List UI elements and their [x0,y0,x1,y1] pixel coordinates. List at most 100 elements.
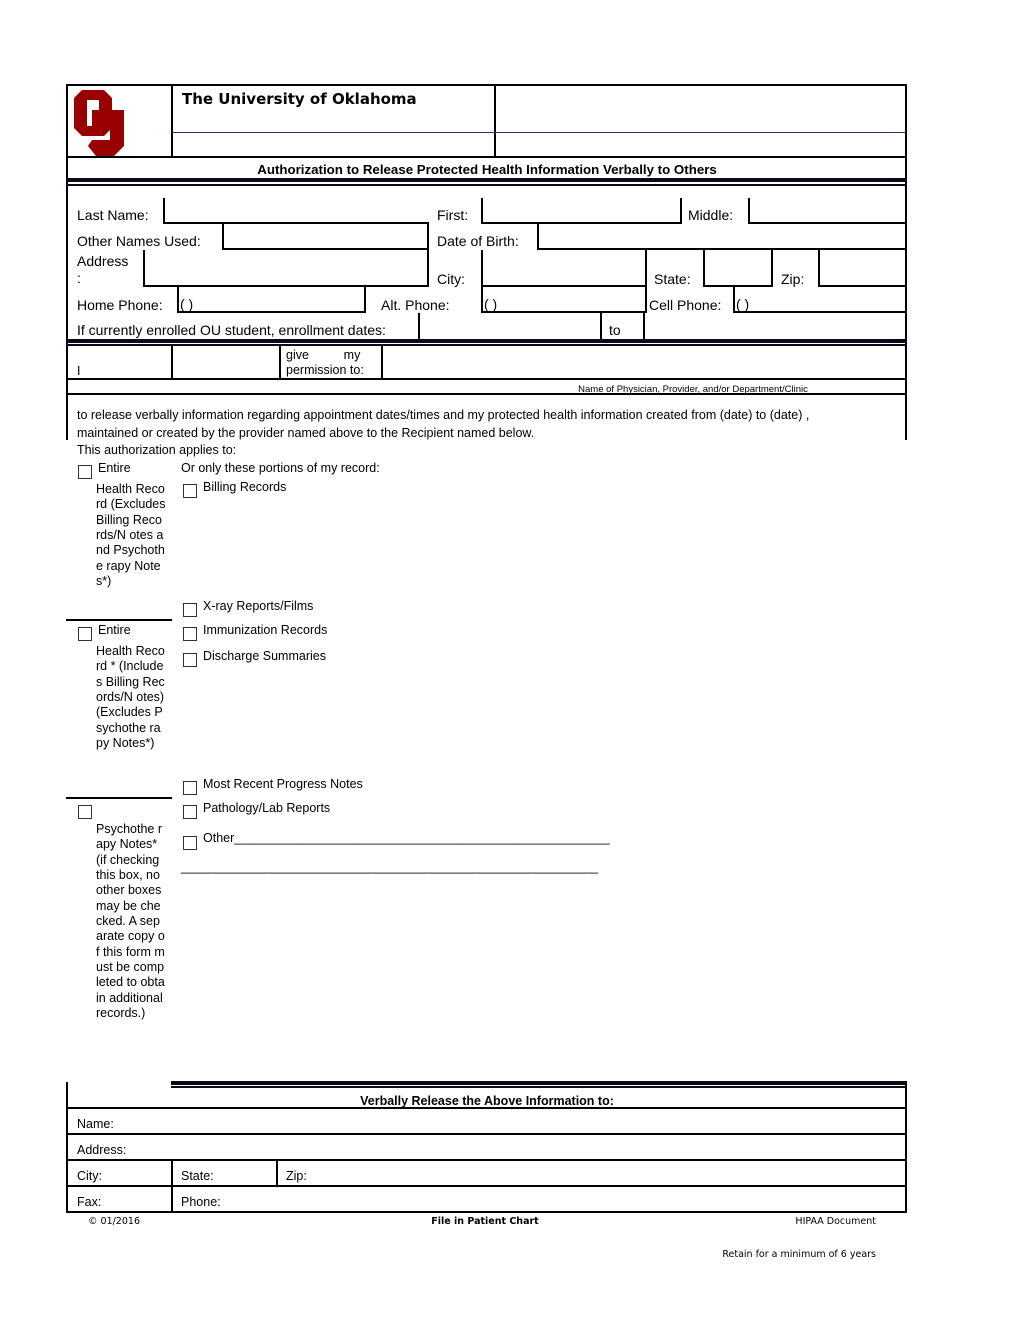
ou-logo [74,88,128,158]
pathology-lab-checkbox[interactable] [183,805,197,819]
enrollment-start-field[interactable] [418,313,602,339]
other-names-field[interactable] [222,224,429,250]
other-label: Other___________________________________… [203,831,610,845]
billing-records-label: Billing Records [203,480,287,494]
enrollment-end-field[interactable] [643,313,907,339]
cell-phone-value: ( ) [736,296,750,312]
alt-phone-label: Alt. Phone: [381,297,450,313]
address-field[interactable] [143,250,429,287]
zip-label: Zip: [781,271,805,287]
provider-name-field[interactable] [383,346,905,378]
section-divider [66,178,907,182]
address-label: Address [77,253,129,269]
last-name-label: Last Name: [77,207,149,223]
discharge-summaries-checkbox[interactable] [183,653,197,667]
copyright-date: © 01/2016 [88,1216,140,1227]
option-label-first: Entire [98,623,131,637]
state-field[interactable] [703,250,773,287]
ou-logo-icon [74,90,124,156]
city-label: City: [437,271,465,287]
frame-top-border [66,84,907,86]
cell-phone-field[interactable]: ( ) [733,287,907,313]
home-phone-value: ( ) [180,296,194,312]
applies-to-label: This authorization applies to: [77,443,237,457]
dob-field[interactable] [537,224,907,250]
i-label: I [77,364,81,378]
address-label-colon: : [77,270,81,286]
city-field[interactable] [481,250,647,287]
last-name-field[interactable] [163,198,429,224]
recipient-address-label: Address: [77,1143,127,1157]
cell-divider [279,346,281,378]
cell-phone-label: Cell Phone: [649,297,722,313]
permission-to-text: permission to: [286,363,364,377]
first-name-label: First: [437,207,469,223]
document-type: HIPAA Document [795,1216,876,1227]
option-separator [66,619,172,621]
section-divider [66,339,907,343]
recipient-name-label: Name: [77,1117,114,1131]
other-line-2[interactable]: ________________________________________… [181,860,598,875]
xray-reports-checkbox[interactable] [183,603,197,617]
recipient-address-field[interactable] [135,1135,905,1159]
enrollment-label: If currently enrolled OU student, enroll… [77,322,386,338]
recipient-city-label: City: [77,1169,102,1183]
statement-line-2: maintained or created by the provider na… [77,426,535,440]
home-phone-field[interactable]: ( ) [177,287,366,313]
recipient-city-field[interactable] [110,1161,170,1185]
option-label-rest: Health Record * (Includes Billing Record… [96,644,165,751]
other-names-label: Other Names Used: [77,233,201,249]
file-note: File in Patient Chart [431,1216,539,1227]
middle-name-field[interactable] [748,198,907,224]
option-label-first: Entire [98,461,131,475]
immunization-records-label: Immunization Records [203,623,328,637]
patient-name-field[interactable] [173,346,279,378]
frame-left-border [66,84,68,440]
institution-name: The University of Oklahoma [182,90,417,108]
option-separator [66,797,172,799]
recipient-phone-field[interactable] [228,1187,905,1211]
xray-reports-label: X-ray Reports/Films [203,599,314,613]
first-name-field[interactable] [481,198,682,224]
state-label: State: [654,271,691,287]
row-rule [66,378,907,380]
alt-phone-field[interactable]: ( ) [481,287,647,313]
retention-note: Retain for a minimum of 6 years [722,1249,876,1260]
portions-header: Or only these portions of my record: [181,461,380,475]
header-bottom-rule [66,156,907,158]
statement-line-1: to release verbally information regardin… [77,408,810,422]
recipient-state-field[interactable] [222,1161,276,1185]
row-rule [66,393,907,395]
discharge-summaries-label: Discharge Summaries [203,649,326,663]
form-title: Authorization to Release Protected Healt… [257,162,717,177]
header-divider [171,84,173,157]
home-phone-label: Home Phone: [77,297,163,313]
section-divider [66,184,907,186]
recipient-zip-field[interactable] [312,1161,905,1185]
cell-divider [276,1159,278,1186]
give-my-text: give my [286,348,361,362]
pathology-lab-label: Pathology/Lab Reports [203,801,331,815]
recipient-fax-field[interactable] [105,1187,170,1211]
middle-name-label: Middle: [688,207,734,223]
recipient-phone-label: Phone: [181,1195,221,1209]
immunization-records-checkbox[interactable] [183,627,197,641]
psychotherapy-notes-checkbox[interactable] [78,805,92,819]
progress-notes-checkbox[interactable] [183,781,197,795]
recipient-fax-label: Fax: [77,1195,102,1209]
other-checkbox[interactable] [183,836,197,850]
recipient-state-label: State: [181,1169,214,1183]
frame-bottom-border [66,1211,907,1213]
option-label-rest: Psychothe rapy Notes* (if checking this … [96,822,165,1021]
recipient-name-field[interactable] [120,1109,905,1133]
zip-field[interactable] [818,250,907,287]
progress-notes-label: Most Recent Progress Notes [203,777,363,791]
section-divider [171,1086,907,1088]
dob-label: Date of Birth: [437,233,519,249]
billing-records-checkbox[interactable] [183,484,197,498]
entire-record-excl-checkbox[interactable] [78,465,92,479]
entire-record-incl-checkbox[interactable] [78,627,92,641]
header-divider [494,84,496,157]
header-rule [172,132,906,133]
enrollment-to-label: to [609,322,621,338]
